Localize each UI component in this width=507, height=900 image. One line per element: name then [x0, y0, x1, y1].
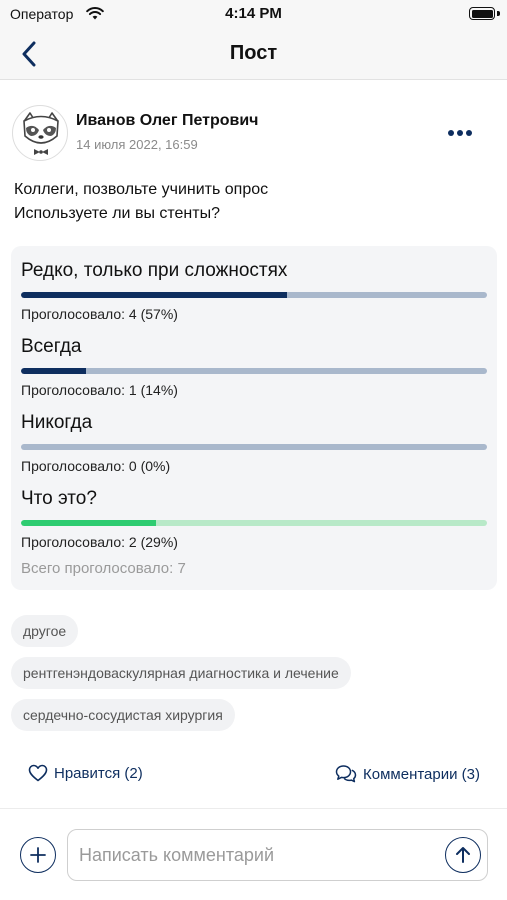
poll-option-label: Никогда	[21, 412, 93, 433]
poll-option-selected[interactable]: Что это? Проголосовало: 2 (29%)	[21, 486, 487, 551]
more-options-button[interactable]	[443, 122, 477, 144]
battery-icon	[469, 7, 495, 20]
ellipsis-icon	[448, 130, 472, 136]
comments-button[interactable]: Комментарии (3)	[335, 764, 480, 784]
arrow-up-icon	[456, 847, 470, 863]
poll-option-label: Редко, только при сложностях	[21, 260, 288, 281]
status-bar: Оператор 4:14 PM	[0, 0, 507, 30]
heart-icon	[28, 764, 48, 782]
poll-vote-count: Проголосовало: 4 (57%)	[21, 306, 178, 322]
like-label: Нравится (2)	[54, 764, 143, 782]
post-actions: Нравится (2) Комментарии (3)	[0, 758, 507, 794]
page-title: Пост	[229, 42, 278, 64]
tag-chip[interactable]: другое	[11, 615, 79, 647]
plus-icon	[30, 847, 46, 863]
comments-label: Комментарии (3)	[363, 765, 480, 783]
post-text-line: Коллеги, позвольте учинить опрос	[14, 181, 269, 198]
post-text-line: Используете ли вы стенты?	[14, 205, 220, 222]
comment-input[interactable]	[68, 830, 438, 880]
poll-vote-count: Проголосовало: 0 (0%)	[21, 458, 171, 474]
poll-result-bar	[21, 520, 487, 526]
avatar[interactable]	[12, 105, 68, 161]
poll-result-bar	[21, 444, 487, 450]
poll-result-fill	[21, 520, 157, 526]
poll-result-fill	[21, 368, 87, 374]
comment-composer	[67, 829, 488, 881]
poll-option[interactable]: Никогда Проголосовало: 0 (0%)	[21, 410, 487, 475]
poll-result-bar	[21, 292, 487, 298]
post-date: 14 июля 2022, 16:59	[76, 137, 198, 152]
poll-option[interactable]: Редко, только при сложностях Проголосова…	[21, 258, 487, 323]
poll-result-bar	[21, 368, 487, 374]
like-button[interactable]: Нравится (2)	[28, 764, 143, 782]
send-button[interactable]	[445, 837, 481, 873]
tag-chip[interactable]: сердечно-сосудистая хирургия	[11, 699, 235, 731]
post-header: Иванов Олег Петрович 14 июля 2022, 16:59	[0, 100, 507, 166]
author-name[interactable]: Иванов Олег Петрович	[76, 112, 258, 130]
battery-tip	[497, 11, 500, 16]
post-text: Коллеги, позвольте учинить опрос Использ…	[14, 178, 494, 226]
poll-vote-count: Проголосовало: 1 (14%)	[21, 382, 178, 398]
poll-option[interactable]: Всегда Проголосовало: 1 (14%)	[21, 334, 487, 399]
poll-vote-count: Проголосовало: 2 (29%)	[21, 534, 178, 550]
chat-bubbles-icon	[335, 765, 357, 783]
poll-option-label: Что это?	[21, 488, 97, 509]
poll-card: Редко, только при сложностях Проголосова…	[11, 246, 497, 590]
poll-option-label: Всегда	[21, 336, 82, 357]
tag-chip[interactable]: рентгенэндоваскулярная диагностика и леч…	[11, 657, 351, 689]
nav-bar: Пост	[0, 30, 507, 80]
add-attachment-button[interactable]	[20, 837, 56, 873]
divider	[0, 808, 507, 809]
status-time: 4:14 PM	[225, 5, 282, 22]
poll-total-votes: Всего проголосовало: 7	[21, 560, 186, 577]
poll-result-fill	[21, 292, 287, 298]
raccoon-avatar-icon	[23, 112, 59, 155]
